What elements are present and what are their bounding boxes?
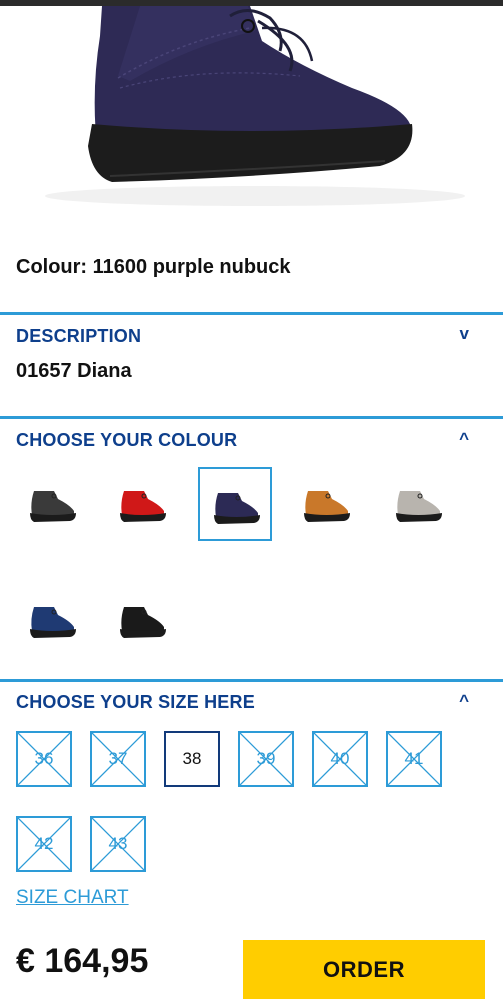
size-label: 36 bbox=[34, 749, 54, 768]
size-option[interactable]: 40 bbox=[312, 731, 368, 787]
boot-thumbnail-icon bbox=[396, 491, 442, 522]
size-option[interactable]: 39 bbox=[238, 731, 294, 787]
size-label: 38 bbox=[182, 749, 202, 768]
divider bbox=[0, 416, 503, 419]
divider bbox=[0, 312, 503, 315]
boot-thumbnail-icon bbox=[30, 491, 76, 522]
boot-thumbnail-icon bbox=[304, 491, 350, 522]
size-label: 41 bbox=[404, 749, 424, 768]
size-option[interactable]: 37 bbox=[90, 731, 146, 787]
size-label: 39 bbox=[256, 749, 276, 768]
colour-swatch[interactable] bbox=[382, 467, 456, 541]
boot-thumbnail-icon bbox=[120, 607, 166, 638]
size-label: 37 bbox=[108, 749, 128, 768]
boot-thumbnail-icon bbox=[120, 491, 166, 522]
boot-thumbnail-icon bbox=[30, 607, 76, 638]
description-heading[interactable]: DESCRIPTION bbox=[16, 326, 141, 347]
size-option[interactable]: 41 bbox=[386, 731, 442, 787]
price: € 164,95 bbox=[16, 942, 149, 980]
boot-thumbnail-icon bbox=[214, 493, 260, 524]
selected-colour-label: Colour: 11600 purple nubuck bbox=[16, 256, 291, 278]
colour-swatch[interactable] bbox=[106, 467, 180, 541]
size-section-heading[interactable]: CHOOSE YOUR SIZE HERE bbox=[16, 692, 255, 713]
divider bbox=[0, 679, 503, 682]
size-option[interactable]: 36 bbox=[16, 731, 72, 787]
size-option[interactable]: 38 bbox=[164, 731, 220, 787]
size-label: 43 bbox=[108, 834, 128, 853]
colour-swatch[interactable] bbox=[16, 583, 90, 657]
size-option[interactable]: 43 bbox=[90, 816, 146, 872]
colour-swatch[interactable] bbox=[16, 467, 90, 541]
product-image bbox=[0, 6, 503, 242]
product-name: 01657 Diana bbox=[16, 360, 132, 382]
chevron-up-icon[interactable]: ^ bbox=[459, 430, 469, 447]
colour-section-heading[interactable]: CHOOSE YOUR COLOUR bbox=[16, 430, 237, 451]
colour-swatch[interactable] bbox=[198, 467, 272, 541]
size-label: 42 bbox=[34, 834, 54, 853]
chevron-up-icon[interactable]: ^ bbox=[459, 692, 469, 709]
size-option[interactable]: 42 bbox=[16, 816, 72, 872]
colour-swatch[interactable] bbox=[290, 467, 364, 541]
size-chart-link[interactable]: SIZE CHART bbox=[16, 887, 129, 909]
chevron-down-icon[interactable]: v bbox=[460, 325, 469, 342]
order-button[interactable]: ORDER bbox=[243, 940, 485, 999]
colour-swatch[interactable] bbox=[106, 583, 180, 657]
size-label: 40 bbox=[330, 749, 350, 768]
